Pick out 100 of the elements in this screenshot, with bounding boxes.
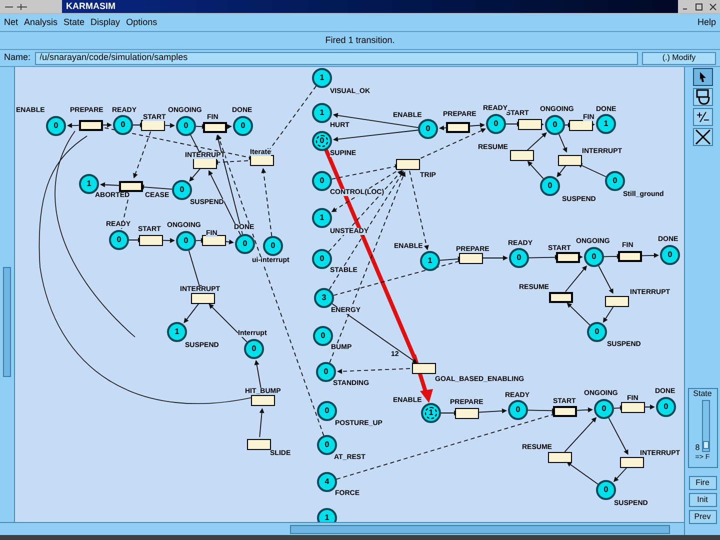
transition-box[interactable] (251, 395, 275, 406)
arc-arrow (598, 266, 614, 294)
transition-box[interactable] (620, 457, 644, 468)
transition-box[interactable] (518, 119, 542, 130)
transition-box[interactable] (250, 155, 274, 166)
transition-box[interactable] (202, 235, 226, 246)
place-node[interactable]: 0 (540, 176, 560, 196)
close-icon (694, 129, 710, 145)
place-node[interactable]: 0 (317, 435, 337, 455)
name-label: Name: (4, 51, 31, 64)
state-slider[interactable] (702, 400, 710, 452)
tool-button[interactable] (692, 128, 712, 146)
place-node[interactable]: 0 (46, 116, 66, 136)
place-node[interactable]: 1 (312, 103, 332, 123)
place-node[interactable]: 0 (508, 400, 528, 420)
maximize-icon[interactable] (695, 2, 703, 10)
transition-box[interactable] (569, 120, 593, 131)
transition-box[interactable] (455, 408, 479, 419)
place-node[interactable]: 1 (421, 403, 441, 423)
transition-box[interactable] (247, 439, 271, 450)
place-node[interactable]: 0 (587, 322, 607, 342)
transition-box[interactable] (139, 235, 163, 246)
transition-box[interactable] (193, 158, 217, 169)
transition-box[interactable] (446, 122, 470, 133)
place-node[interactable]: 4 (317, 472, 337, 492)
arc-arrow (613, 466, 628, 482)
place-node[interactable]: 0 (594, 399, 614, 419)
place-node[interactable]: 0 (312, 131, 332, 151)
transition-box[interactable] (621, 402, 645, 413)
place-node[interactable]: 0 (263, 236, 283, 256)
transition-box[interactable] (119, 181, 143, 192)
action-button[interactable]: Fire (688, 476, 716, 490)
transition-box[interactable] (605, 296, 629, 307)
place-node[interactable]: 0 (418, 119, 438, 139)
tool-button[interactable] (692, 88, 712, 106)
place-node[interactable]: 0 (660, 245, 680, 265)
net-canvas[interactable] (15, 67, 684, 522)
place-node[interactable]: 0 (656, 397, 676, 417)
place-node[interactable]: 0 (109, 230, 129, 250)
place-node[interactable]: 0 (545, 115, 565, 135)
menu-item[interactable]: Display (90, 18, 120, 27)
place-node[interactable]: 0 (113, 115, 133, 135)
arc-arrow (526, 132, 547, 151)
place-node[interactable]: 0 (509, 248, 529, 268)
place-node[interactable]: 0 (312, 171, 332, 191)
menu-item[interactable]: Help (697, 18, 716, 27)
place-node[interactable]: 0 (596, 480, 616, 500)
place-node[interactable]: 1 (312, 68, 332, 88)
scrollbar-thumb[interactable] (290, 524, 670, 534)
place-node[interactable]: 1 (312, 208, 332, 228)
close-icon[interactable] (709, 2, 717, 10)
place-node[interactable]: 1 (420, 251, 440, 271)
transition-box[interactable] (556, 252, 580, 263)
vertical-scrollbar[interactable] (0, 67, 15, 522)
transition-box[interactable] (412, 363, 436, 374)
transition-box[interactable] (141, 120, 165, 131)
transition-box[interactable] (191, 293, 215, 304)
tool-button[interactable] (692, 68, 712, 86)
slider-thumb[interactable] (702, 440, 709, 449)
tool-button[interactable] (692, 108, 712, 126)
transition-box[interactable] (553, 406, 577, 417)
menu-item[interactable]: Net (4, 18, 18, 27)
horizontal-scrollbar[interactable] (0, 522, 684, 535)
action-button[interactable]: Prev (688, 510, 716, 524)
place-node[interactable]: 0 (176, 116, 196, 136)
transition-box[interactable] (549, 292, 573, 303)
transition-box[interactable] (203, 122, 227, 133)
arc-arrow (565, 265, 587, 292)
place-node[interactable]: 1 (596, 114, 616, 134)
place-node[interactable]: 0 (233, 116, 253, 136)
place-node[interactable]: 0 (176, 231, 196, 251)
action-button[interactable]: Init (688, 493, 716, 507)
place-node[interactable]: 0 (317, 401, 337, 421)
menu-item[interactable]: Analysis (24, 18, 58, 27)
place-node[interactable]: 0 (244, 339, 264, 359)
place-node[interactable]: 0 (584, 247, 604, 267)
place-node[interactable]: 0 (486, 114, 506, 134)
scrollbar-thumb[interactable] (3, 267, 11, 377)
menu-item[interactable]: Options (126, 18, 158, 27)
place-node[interactable]: 0 (605, 171, 625, 191)
menu-item[interactable]: State (64, 18, 85, 27)
place-node[interactable]: 0 (312, 249, 332, 269)
place-node[interactable]: 1 (167, 322, 187, 342)
transition-box[interactable] (79, 120, 103, 131)
place-node[interactable]: 0 (172, 180, 192, 200)
place-node[interactable]: 0 (235, 234, 255, 254)
transition-box[interactable] (510, 150, 534, 161)
transition-box[interactable] (396, 159, 420, 170)
transition-box[interactable] (459, 253, 483, 264)
transition-box[interactable] (618, 251, 642, 262)
place-node[interactable]: 1 (317, 508, 337, 522)
window-menu-icon[interactable] (4, 2, 28, 10)
transition-box[interactable] (558, 155, 582, 166)
place-node[interactable]: 3 (314, 288, 334, 308)
mode-toggle[interactable]: (.) Modify (642, 52, 716, 64)
transition-box[interactable] (548, 452, 572, 463)
place-node[interactable]: 0 (313, 326, 333, 346)
arc-arrow (527, 160, 544, 179)
name-field[interactable]: /u/snarayan/code/simulation/samples (34, 52, 638, 64)
shape-icon (694, 89, 710, 105)
